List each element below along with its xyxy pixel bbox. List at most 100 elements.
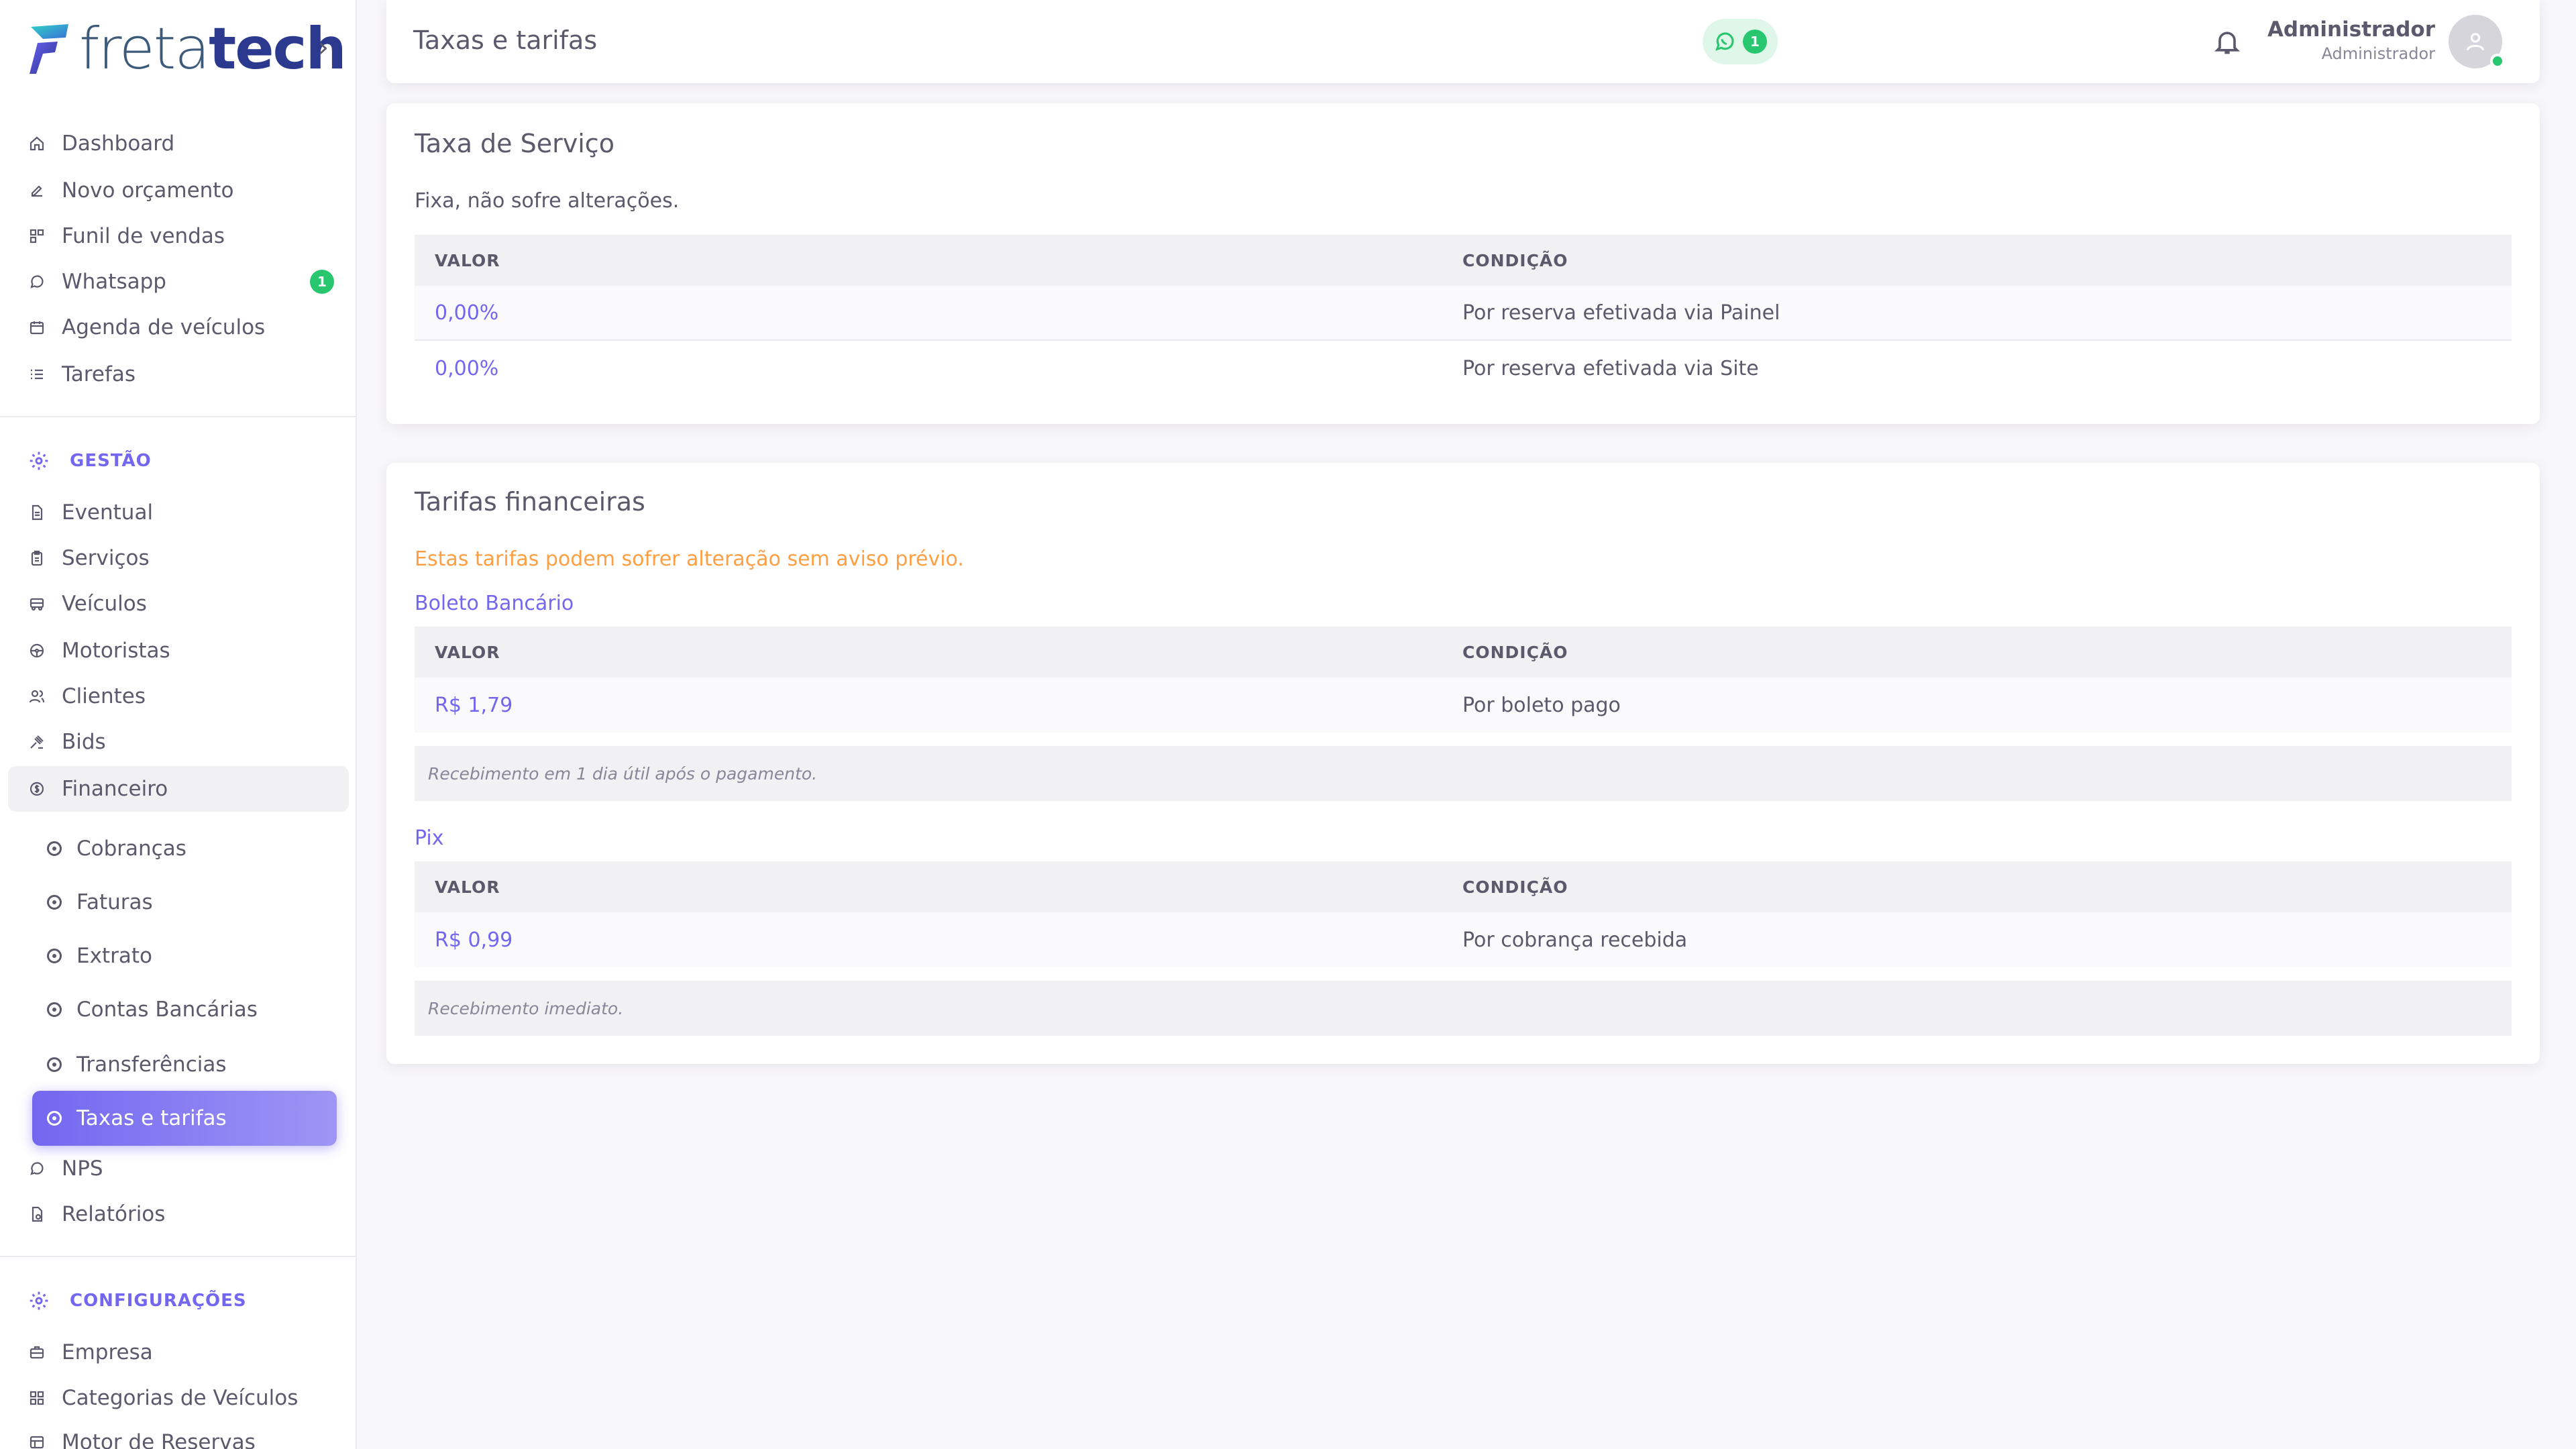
sidebar-item-relatorios[interactable]: Relatórios xyxy=(8,1191,349,1237)
whatsapp-icon xyxy=(1715,32,1734,51)
sidebar-item-label: Dashboard xyxy=(62,131,175,156)
sidebar-item-label: Empresa xyxy=(62,1340,153,1364)
sidebar-item-nps[interactable]: NPS xyxy=(8,1146,349,1191)
service-fee-subtitle: Fixa, não sofre alterações. xyxy=(415,189,680,213)
fee-value: R$ 1,79 xyxy=(435,693,513,717)
sidebar-toggle-chevron-icon[interactable]: › xyxy=(318,32,329,63)
sidebar-item-motoristas[interactable]: Motoristas xyxy=(8,628,349,674)
fee-condition: Por reserva efetivada via Painel xyxy=(1462,301,1780,325)
users-icon xyxy=(28,688,46,705)
home-icon xyxy=(28,135,46,152)
circle-bullet-icon xyxy=(47,1057,62,1072)
sidebar-item-label: Agenda de veículos xyxy=(62,315,266,339)
sidebar-subitem-label: Extrato xyxy=(76,944,152,968)
table-row: R$ 0,99 Por cobrança recebida xyxy=(415,912,2512,967)
boleto-note: Recebimento em 1 dia útil após o pagamen… xyxy=(415,746,2512,801)
whatsapp-count-badge: 1 xyxy=(310,270,334,294)
sidebar-item-label: Tarefas xyxy=(62,362,136,386)
sidebar-item-dashboard[interactable]: Dashboard xyxy=(8,121,349,166)
column-header-valor: VALOR xyxy=(435,642,500,662)
sidebar-item-label: Serviços xyxy=(62,546,150,570)
sidebar-item-label: Motoristas xyxy=(62,639,170,663)
sidebar-item-servicos[interactable]: Serviços xyxy=(8,535,349,581)
sidebar-item-financeiro[interactable]: Financeiro xyxy=(8,766,349,812)
sidebar-subitem-label: Cobranças xyxy=(76,837,186,861)
sidebar-subitem-cobrancas[interactable]: Cobranças xyxy=(32,821,337,876)
sidebar-item-label: Bids xyxy=(62,730,106,754)
sidebar-subitem-faturas[interactable]: Faturas xyxy=(32,875,337,930)
edit-icon xyxy=(28,182,46,199)
sidebar-item-whatsapp[interactable]: Whatsapp 1 xyxy=(8,259,349,305)
column-header-condicao: CONDIÇÃO xyxy=(1462,877,1568,897)
sidebar-divider xyxy=(0,416,356,417)
service-fee-table: VALOR CONDIÇÃO 0,00% Por reserva efetiva… xyxy=(415,235,2512,396)
circle-bullet-icon xyxy=(47,841,62,856)
boleto-fee-table: VALOR CONDIÇÃO R$ 1,79 Por boleto pago xyxy=(415,627,2512,733)
column-header-condicao: CONDIÇÃO xyxy=(1462,642,1568,662)
sidebar-item-veiculos[interactable]: Veículos xyxy=(8,581,349,627)
column-header-condicao: CONDIÇÃO xyxy=(1462,250,1568,270)
table-icon xyxy=(28,1434,46,1449)
top-navbar: Taxas e tarifas 1 Administrador Administ… xyxy=(386,0,2540,83)
sidebar-item-funil-de-vendas[interactable]: Funil de vendas xyxy=(8,213,349,259)
user-icon xyxy=(2467,33,2484,51)
calendar-icon xyxy=(28,319,46,336)
table-header: VALOR CONDIÇÃO xyxy=(415,627,2512,678)
section-title-configuracoes: CONFIGURAÇÕES xyxy=(28,1284,247,1318)
financial-fees-warning: Estas tarifas podem sofrer alteração sem… xyxy=(415,547,964,571)
clipboard-icon xyxy=(28,549,46,567)
sidebar-item-clientes[interactable]: Clientes xyxy=(8,674,349,719)
user-name[interactable]: Administrador xyxy=(2267,17,2435,42)
financial-fees-card: Tarifas financeiras Estas tarifas podem … xyxy=(386,463,2540,1064)
sidebar-subitem-label: Taxas e tarifas xyxy=(76,1106,227,1130)
sidebar-divider xyxy=(0,1256,356,1257)
user-role: Administrador xyxy=(2321,44,2435,63)
sidebar-item-empresa[interactable]: Empresa xyxy=(8,1330,349,1375)
whatsapp-notification-badge: 1 xyxy=(1743,30,1767,54)
coin-icon xyxy=(28,780,46,798)
sidebar-item-categorias-de-veiculos[interactable]: Categorias de Veículos xyxy=(8,1375,349,1421)
category-icon xyxy=(28,1389,46,1407)
sidebar-subitem-label: Transferências xyxy=(76,1053,227,1077)
fee-value: R$ 0,99 xyxy=(435,928,513,952)
table-row: 0,00% Por reserva efetivada via Painel xyxy=(415,286,2512,341)
sidebar-subitem-transferencias[interactable]: Transferências xyxy=(32,1037,337,1092)
logo-mark-icon xyxy=(30,24,68,74)
fee-condition: Por boleto pago xyxy=(1462,693,1621,717)
steering-wheel-icon xyxy=(28,642,46,659)
list-icon xyxy=(28,366,46,383)
circle-bullet-icon xyxy=(47,1111,62,1126)
gear-icon xyxy=(30,451,48,470)
sidebar-item-motor-de-reservas[interactable]: Motor de Reservas xyxy=(8,1419,349,1449)
circle-bullet-icon xyxy=(47,949,62,963)
whatsapp-icon xyxy=(28,273,46,290)
sidebar-item-label: Financeiro xyxy=(62,777,168,801)
pix-fee-table: VALOR CONDIÇÃO R$ 0,99 Por cobrança rece… xyxy=(415,861,2512,967)
sidebar-item-label: Eventual xyxy=(62,500,154,525)
sidebar: fretatech › Dashboard Novo orçamento Fun… xyxy=(0,0,357,1449)
service-fee-title: Taxa de Serviço xyxy=(415,129,614,158)
table-row: 0,00% Por reserva efetivada via Site xyxy=(415,341,2512,396)
whatsapp-button[interactable]: 1 xyxy=(1703,19,1778,64)
online-status-dot xyxy=(2490,54,2505,68)
sidebar-subitem-taxas-e-tarifas[interactable]: Taxas e tarifas xyxy=(32,1091,337,1146)
sidebar-item-agenda-de-veiculos[interactable]: Agenda de veículos xyxy=(8,305,349,350)
sidebar-subitem-contas-bancarias[interactable]: Contas Bancárias xyxy=(32,982,337,1037)
sidebar-item-label: Categorias de Veículos xyxy=(62,1386,299,1410)
sidebar-item-tarefas[interactable]: Tarefas xyxy=(8,352,349,397)
sidebar-item-label: Clientes xyxy=(62,684,146,708)
report-icon xyxy=(28,1205,46,1223)
sidebar-subitem-extrato[interactable]: Extrato xyxy=(32,928,337,983)
financial-fees-title: Tarifas financeiras xyxy=(415,487,645,517)
bell-icon[interactable] xyxy=(2212,27,2242,56)
brand-name: fretatech xyxy=(79,15,347,83)
sidebar-item-eventual[interactable]: Eventual xyxy=(8,490,349,535)
page-title: Taxas e tarifas xyxy=(413,25,598,55)
brand-logo[interactable]: fretatech xyxy=(28,15,347,83)
sidebar-item-bids[interactable]: Bids xyxy=(8,719,349,765)
service-fee-card: Taxa de Serviço Fixa, não sofre alteraçõ… xyxy=(386,103,2540,424)
sidebar-item-novo-orcamento[interactable]: Novo orçamento xyxy=(8,168,349,213)
sidebar-item-label: Relatórios xyxy=(62,1202,166,1226)
section-title-gestao: GESTÃO xyxy=(28,444,152,478)
sidebar-item-label: Novo orçamento xyxy=(62,178,234,203)
